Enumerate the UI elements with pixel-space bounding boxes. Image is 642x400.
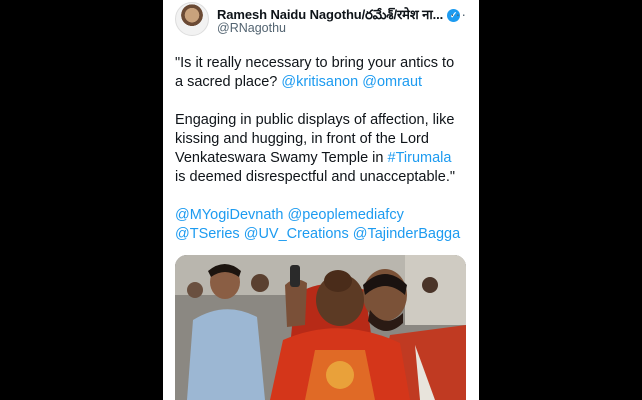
paragraph-text: is deemed disrespectful and unacceptable… xyxy=(175,169,456,185)
mention-link[interactable]: @TSeries xyxy=(175,226,240,242)
tweet-paragraph-2: Engaging in public displays of affection… xyxy=(175,111,465,187)
author-handle[interactable]: @RNagothu xyxy=(217,21,286,35)
crowd-head xyxy=(187,282,203,298)
letterbox-left xyxy=(0,0,163,400)
tweet-mentions: @MYogiDevnath @peoplemediafcy @TSeries @… xyxy=(175,206,465,244)
tweet-header: Ramesh Naidu Nagothu/రమేశ్/रमेश ना... ✓ … xyxy=(175,2,471,36)
tweet-paragraph-1: "Is it really necessary to bring your an… xyxy=(175,54,465,92)
mention-link[interactable]: @TajinderBagga xyxy=(353,226,460,242)
mention-link[interactable]: @omraut xyxy=(362,74,422,90)
crowd-head xyxy=(251,274,269,292)
mention-link[interactable]: @UV_Creations xyxy=(244,226,349,242)
hashtag-link[interactable]: #Tirumala xyxy=(388,150,452,166)
letterbox-right xyxy=(479,0,642,400)
tweet-media-photo[interactable] xyxy=(175,255,466,400)
mention-link[interactable]: @peoplemediafcy xyxy=(288,207,404,223)
photo-illustration xyxy=(175,255,466,400)
hair-bun xyxy=(324,270,352,292)
person-shirt xyxy=(187,309,265,400)
tweet-text: "Is it really necessary to bring your an… xyxy=(175,54,465,263)
avatar[interactable] xyxy=(175,2,209,36)
mention-link[interactable]: @kritisanon xyxy=(281,74,358,90)
mention-link[interactable]: @MYogiDevnath xyxy=(175,207,284,223)
tweet-card: Ramesh Naidu Nagothu/రమేశ్/रमेश ना... ✓ … xyxy=(163,0,479,400)
crowd-head xyxy=(422,277,438,293)
phone-device xyxy=(290,265,300,287)
saree-motif xyxy=(326,361,354,389)
more-options-icon[interactable]: ··· xyxy=(450,6,467,22)
